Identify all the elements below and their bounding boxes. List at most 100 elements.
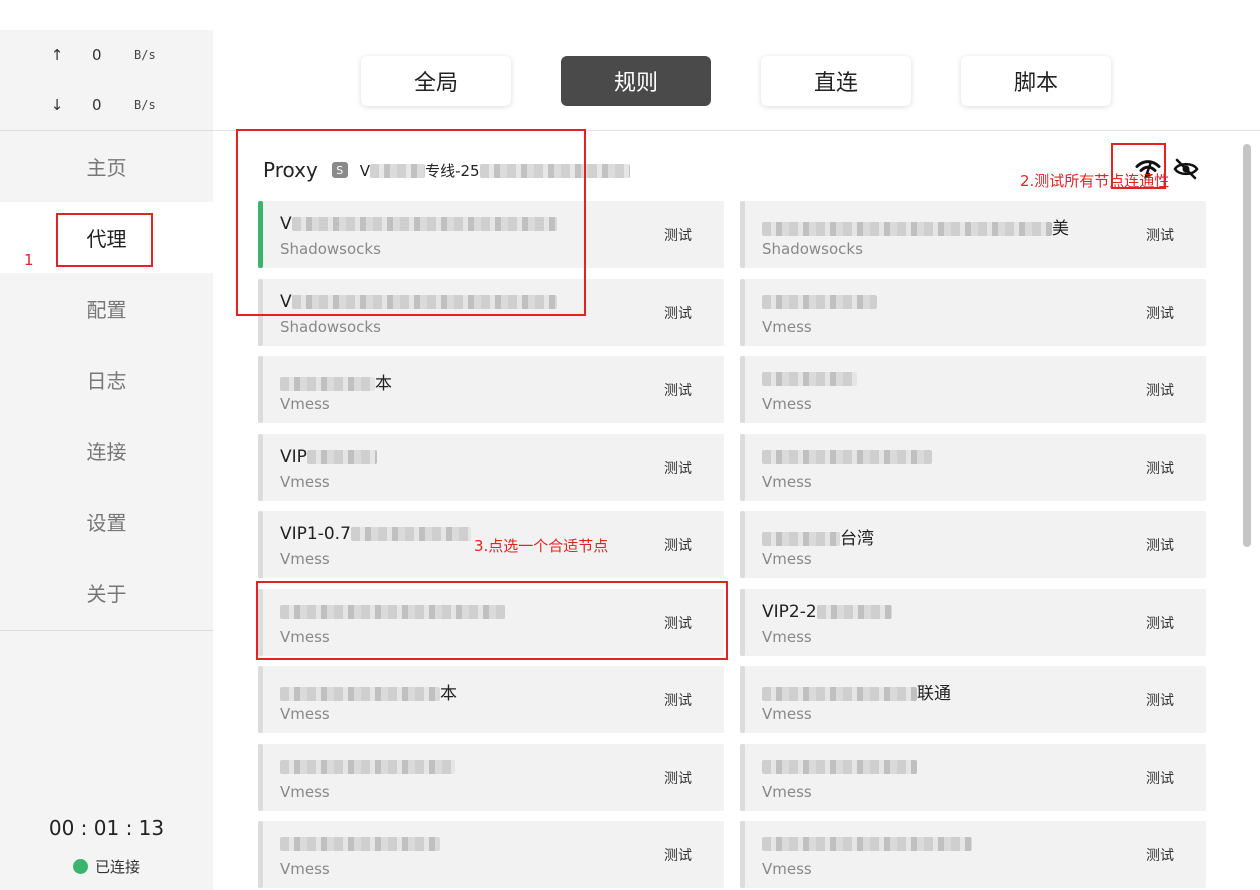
card-indicator — [258, 433, 263, 501]
sidebar: ↑ 0 B/s ↓ 0 B/s 主页 代理 配置 日志 连接 设置 关于 00 … — [0, 30, 213, 890]
proxy-node-name: VIP — [280, 447, 377, 467]
redacted-text — [306, 449, 377, 464]
proxy-group-header[interactable]: Proxy S V 专线-25 — [263, 155, 630, 185]
proxy-node-name-suffix: 本 — [375, 374, 392, 394]
proxy-node-type: Vmess — [280, 782, 330, 801]
proxy-node-type: Vmess — [762, 860, 812, 878]
connection-status: 已连接 — [0, 856, 213, 877]
proxy-node-name — [762, 447, 932, 467]
proxy-node-card[interactable]: 台湾 Vmess 测试 — [740, 511, 1206, 578]
uptime-timer: 00 : 01 : 13 — [48, 816, 165, 840]
redacted-text — [280, 377, 375, 391]
proxy-test-button[interactable]: 测试 — [664, 535, 692, 555]
proxy-test-button[interactable]: 测试 — [1146, 768, 1174, 788]
header-divider — [213, 130, 1260, 131]
proxy-node-card[interactable]: Vmess 测试 — [258, 588, 724, 656]
proxy-node-card[interactable]: Vmess 测试 — [258, 743, 724, 811]
redacted-text — [762, 372, 857, 386]
proxy-node-name-prefix: VIP1-0.7 — [280, 524, 351, 544]
proxy-test-button[interactable]: 测试 — [1146, 690, 1174, 710]
proxy-test-button[interactable]: 测试 — [1146, 303, 1174, 323]
mode-script-button[interactable]: 脚本 — [961, 56, 1111, 106]
proxy-node-type: Shadowsocks — [280, 317, 381, 336]
proxy-node-card[interactable]: 本 Vmess 测试 — [258, 666, 724, 733]
mode-rule-button[interactable]: 规则 — [561, 56, 711, 106]
redacted-text — [280, 837, 440, 851]
proxy-test-button[interactable]: 测试 — [664, 768, 692, 788]
proxy-node-name — [762, 369, 857, 389]
proxy-node-type: Vmess — [762, 317, 812, 336]
card-indicator — [258, 588, 263, 656]
redacted-text — [350, 527, 471, 541]
proxy-node-type: Shadowsocks — [762, 240, 863, 258]
proxy-node-card[interactable]: 联通 Vmess 测试 — [740, 666, 1206, 733]
redacted-text — [280, 604, 505, 619]
proxy-test-button[interactable]: 测试 — [1146, 535, 1174, 555]
upload-unit: B/s — [134, 48, 156, 62]
proxy-node-card[interactable]: V Shadowsocks 测试 — [258, 201, 724, 268]
proxy-list-scrollbar[interactable] — [1243, 144, 1251, 547]
proxy-node-name: V — [280, 214, 557, 234]
group-name: Proxy — [263, 158, 318, 182]
proxy-test-button[interactable]: 测试 — [1146, 613, 1174, 633]
proxy-node-type: Vmess — [762, 782, 812, 801]
card-indicator — [740, 433, 745, 501]
proxy-test-button[interactable]: 测试 — [1146, 225, 1174, 245]
traffic-panel: ↑ 0 B/s ↓ 0 B/s — [0, 30, 213, 130]
sidebar-item-settings[interactable]: 设置 — [0, 486, 213, 557]
proxy-node-card[interactable]: V Shadowsocks 测试 — [258, 278, 724, 346]
proxy-node-name-suffix: 美 — [1052, 219, 1069, 239]
proxy-node-name: 联通 — [762, 679, 951, 704]
proxy-node-card[interactable]: Vmess 测试 — [740, 433, 1206, 501]
redacted-text — [291, 217, 557, 231]
upload-arrow-icon: ↑ — [50, 46, 64, 64]
proxy-test-button[interactable]: 测试 — [664, 225, 692, 245]
card-indicator — [740, 201, 745, 268]
proxy-test-button[interactable]: 测试 — [1146, 380, 1174, 400]
redacted-text — [370, 164, 426, 178]
sidebar-item-about[interactable]: 关于 — [0, 557, 213, 628]
card-indicator — [740, 821, 745, 888]
proxy-node-card[interactable]: VIP2-2 Vmess 测试 — [740, 588, 1206, 656]
proxy-test-button[interactable]: 测试 — [664, 613, 692, 633]
card-indicator — [258, 743, 263, 811]
download-arrow-icon: ↓ — [50, 96, 64, 114]
sidebar-item-home[interactable]: 主页 — [0, 131, 213, 202]
card-indicator — [258, 511, 263, 578]
main-panel: 全局 规则 直连 脚本 Proxy S V 专线-25 V Shadowsocks 测… — [213, 0, 1260, 890]
redacted-text — [291, 294, 557, 309]
hide-unavailable-icon[interactable] — [1169, 152, 1203, 186]
proxy-test-button[interactable]: 测试 — [664, 458, 692, 478]
redacted-text — [762, 222, 1052, 236]
proxy-node-type: Vmess — [762, 395, 812, 413]
mode-direct-button[interactable]: 直连 — [761, 56, 911, 106]
proxy-node-card[interactable]: Vmess 测试 — [740, 743, 1206, 811]
proxy-test-button[interactable]: 测试 — [1146, 845, 1174, 865]
proxy-node-card[interactable]: VIP Vmess 测试 — [258, 433, 724, 501]
proxy-test-button[interactable]: 测试 — [1146, 458, 1174, 478]
sidebar-item-connections[interactable]: 连接 — [0, 415, 213, 486]
proxy-node-card[interactable]: Vmess 测试 — [740, 278, 1206, 346]
card-indicator — [740, 588, 745, 656]
proxy-test-button[interactable]: 测试 — [664, 380, 692, 400]
proxy-node-name — [762, 757, 917, 777]
proxy-node-type: Vmess — [762, 627, 812, 646]
sidebar-item-logs[interactable]: 日志 — [0, 344, 213, 415]
proxy-test-button[interactable]: 测试 — [664, 690, 692, 710]
card-indicator — [258, 821, 263, 888]
sidebar-item-profiles[interactable]: 配置 — [0, 273, 213, 344]
proxy-node-card[interactable]: Vmess 测试 — [258, 821, 724, 888]
proxy-node-card[interactable]: Vmess 测试 — [740, 356, 1206, 423]
mode-global-button[interactable]: 全局 — [361, 56, 511, 106]
group-selected-node: V 专线-25 — [360, 160, 630, 181]
proxy-test-button[interactable]: 测试 — [664, 845, 692, 865]
proxy-node-card[interactable]: Vmess 测试 — [740, 821, 1206, 888]
card-indicator — [258, 356, 263, 423]
proxy-test-button[interactable]: 测试 — [664, 303, 692, 323]
group-selected-prefix: V — [359, 161, 371, 180]
redacted-text — [280, 759, 455, 774]
proxy-node-card[interactable]: 本 Vmess 测试 — [258, 356, 724, 423]
proxy-node-card[interactable]: 美 Shadowsocks 测试 — [740, 201, 1206, 268]
sidebar-divider-bottom — [0, 630, 213, 631]
proxy-node-name — [762, 292, 877, 312]
